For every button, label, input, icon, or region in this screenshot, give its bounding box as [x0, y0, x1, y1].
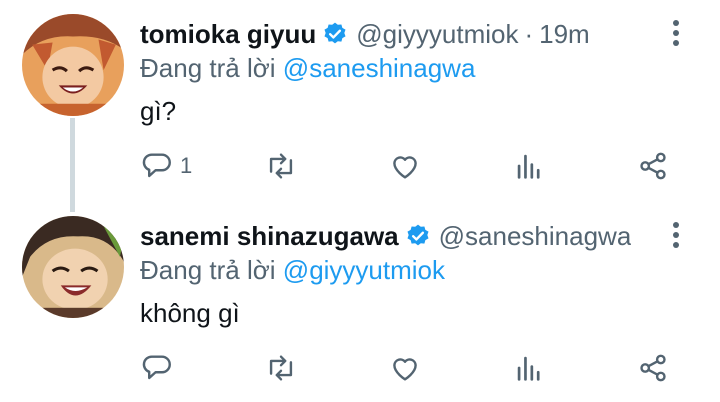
like-button[interactable] [388, 348, 422, 388]
like-icon [393, 156, 417, 179]
avatar-giyuu[interactable] [22, 14, 124, 116]
verified-badge-icon [407, 224, 429, 246]
separator-dot: · [524, 19, 534, 49]
author-name[interactable]: tomioka giyuu [140, 18, 316, 50]
replying-to-prefix: Đang trả lời [140, 255, 276, 285]
share-icon [640, 354, 666, 382]
verified-badge-icon [324, 22, 346, 44]
more-vertical-icon[interactable] [670, 18, 682, 48]
views-button[interactable] [512, 348, 546, 388]
tweet-time[interactable]: 19m [539, 18, 590, 50]
replying-to-mention[interactable]: @saneshinagwa [283, 53, 476, 83]
author-name[interactable]: sanemi shinazugawa [140, 220, 399, 252]
replying-to: Đang trả lời @saneshinagwa [140, 52, 475, 84]
share-button[interactable] [636, 146, 670, 186]
replying-to: Đang trả lời @giyyyutmiok [140, 254, 445, 286]
retweet-button[interactable] [264, 348, 298, 388]
views-button[interactable] [512, 146, 546, 186]
reply-button[interactable] [140, 348, 174, 388]
more-vertical-icon[interactable] [670, 220, 682, 250]
retweet-button[interactable] [264, 146, 298, 186]
tweet-sanemi[interactable]: sanemi shinazugawa @saneshinagwa Đang tr… [0, 200, 720, 402]
replying-to-mention[interactable]: @giyyyutmiok [283, 255, 445, 285]
like-button[interactable] [388, 146, 422, 186]
tweet-giyuu[interactable]: tomioka giyuu @giyyyutmiok · 19m Đang tr… [0, 0, 720, 212]
author-handle[interactable]: @saneshinagwa [439, 220, 632, 252]
replying-to-prefix: Đang trả lời [140, 53, 276, 83]
tweet-header: sanemi shinazugawa @saneshinagwa [140, 220, 631, 252]
tweet-actions: 1 [0, 146, 720, 186]
like-icon [393, 358, 417, 381]
views-icon [517, 356, 540, 381]
avatar-sanemi[interactable] [22, 216, 124, 318]
reply-icon [142, 355, 171, 380]
views-icon [517, 154, 540, 179]
tweet-header: tomioka giyuu @giyyyutmiok · 19m [140, 18, 590, 50]
author-handle[interactable]: @giyyyutmiok [356, 18, 518, 50]
retweet-icon [269, 153, 293, 179]
reply-icon [142, 153, 171, 178]
share-icon [640, 152, 666, 180]
retweet-icon [269, 355, 293, 381]
avatar-giyuu-image [22, 14, 124, 116]
tweet-text: gì? [140, 96, 177, 126]
tweet-actions [0, 348, 720, 388]
avatar-sanemi-image [22, 216, 124, 318]
share-button[interactable] [636, 348, 670, 388]
tweet-text: không gì [140, 298, 240, 328]
reply-button[interactable]: 1 [140, 146, 192, 186]
reply-count: 1 [180, 153, 193, 178]
